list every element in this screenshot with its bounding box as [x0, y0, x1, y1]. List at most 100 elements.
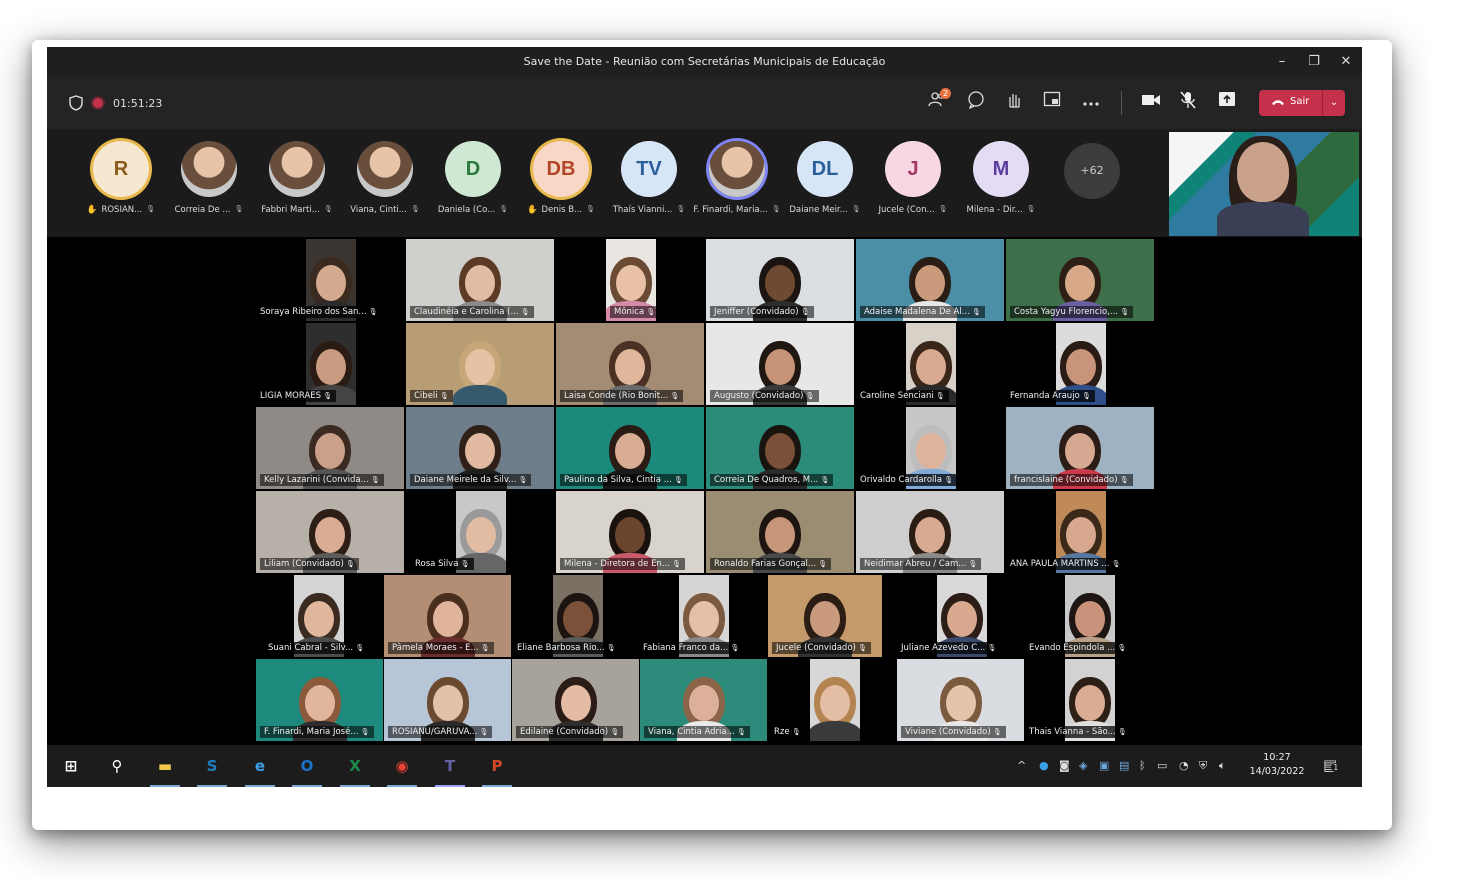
shield-icon[interactable] — [69, 95, 83, 111]
participant-video-tile[interactable]: Eliane Barbosa Rio... 🎙︎ — [513, 575, 620, 657]
face-shape — [616, 265, 646, 301]
security-icon[interactable]: ⛨ — [1199, 759, 1207, 773]
search-icon[interactable]: ⚲ — [105, 754, 129, 778]
maximize-button[interactable]: ❐ — [1299, 52, 1329, 72]
participant-video-tile[interactable]: Neidimar Abreu / Cam... 🎙︎ — [856, 491, 1004, 573]
participant-video-tile[interactable]: Ronaldo Farias Gonçal... 🎙︎ — [706, 491, 854, 573]
participant-name: Daiane Meirele da Silv... — [414, 475, 517, 485]
participant-video-tile[interactable]: Caroline Senciani 🎙︎ — [856, 323, 956, 405]
participant-name-label: LIGIA MORAES 🎙︎ — [256, 390, 337, 402]
battery-icon[interactable]: ▭ — [1157, 759, 1167, 772]
camera-button[interactable] — [1139, 91, 1163, 115]
participants-button[interactable]: 2 — [925, 88, 951, 115]
close-button[interactable]: ✕ — [1331, 52, 1361, 72]
windows-start-icon[interactable]: ⊞ — [59, 754, 83, 778]
strip-participant[interactable]: Fabbri Marti... 🎙︎ — [255, 141, 339, 215]
participant-video-tile[interactable]: ANA PAULA MARTINS ... 🎙︎ — [1006, 491, 1125, 573]
self-video-tile[interactable] — [1169, 132, 1359, 236]
participant-video-tile[interactable]: Cibeli 🎙︎ — [406, 323, 554, 405]
strip-participant[interactable]: D Daniela (Co... 🎙︎ — [431, 141, 515, 215]
onedrive-icon[interactable]: ● — [1039, 759, 1049, 772]
participant-video-tile[interactable]: Fabiana Franco da... 🎙︎ — [639, 575, 744, 657]
participant-video-tile[interactable]: LIGIA MORAES 🎙︎ — [256, 323, 356, 405]
excel-icon[interactable]: X — [343, 754, 367, 778]
strip-participant-name: Denis B... — [541, 205, 583, 215]
participant-video-tile[interactable]: Viana, Cintia Adria... 🎙︎ — [640, 659, 767, 741]
participant-video-tile[interactable]: Viviane (Convidado) 🎙︎ — [897, 659, 1024, 741]
participant-video-tile[interactable]: Suani Cabral - Silv... 🎙︎ — [264, 575, 369, 657]
participant-video-tile[interactable]: Fernanda Araujo 🎙︎ — [1006, 323, 1106, 405]
chat-button[interactable] — [964, 91, 988, 115]
participant-video-tile[interactable]: Laisa Conde (Rio Bonit... 🎙︎ — [556, 323, 704, 405]
strip-participant-name: Daniela (Co... — [437, 205, 496, 215]
participant-video-tile[interactable]: Thais Vianna - São... 🎙︎ — [1025, 659, 1131, 741]
participant-video-tile[interactable]: F. Finardi, Maria José... 🎙︎ — [256, 659, 383, 741]
teams-icon[interactable]: T — [438, 754, 462, 778]
chat-tray-icon[interactable]: ▤ — [1119, 759, 1129, 772]
outlook-icon[interactable]: O — [295, 754, 319, 778]
strip-participant[interactable]: F. Finardi, Maria... 🎙︎ — [693, 141, 781, 215]
participant-video-tile[interactable]: Costa Yagyu Florencio,... 🎙︎ — [1006, 239, 1154, 321]
participant-video-tile[interactable]: Pâmela Moraes - E... 🎙︎ — [384, 575, 511, 657]
tray-app-icon[interactable]: ◙ — [1059, 759, 1070, 772]
microphone-button[interactable] — [1176, 91, 1200, 115]
strip-participant[interactable]: TV Thaís Vianni... 🎙︎ — [607, 141, 691, 215]
strip-participant[interactable]: DL Daiane Meir... 🎙︎ — [783, 141, 867, 215]
strip-participant[interactable]: Viana, Cinti... 🎙︎ — [343, 141, 427, 215]
participant-video-tile[interactable]: Milena - Diretora de En... 🎙︎ — [556, 491, 704, 573]
volume-icon[interactable]: 🔈︎ — [1219, 759, 1226, 773]
participant-video-tile[interactable]: Rze 🎙︎ — [770, 659, 860, 741]
participant-video-tile[interactable]: Jucele (Convidado) 🎙︎ — [768, 575, 882, 657]
mic-muted-icon: 🎙︎ — [938, 205, 948, 213]
edge-icon[interactable]: e — [248, 754, 272, 778]
participant-video-tile[interactable]: Claudinéia e Carolina (... 🎙︎ — [406, 239, 554, 321]
strip-participant[interactable]: J Jucele (Con... 🎙︎ — [871, 141, 955, 215]
participant-video-tile[interactable]: Orivaldo Cardarolla 🎙︎ — [856, 407, 958, 489]
participant-video-tile[interactable]: Adaise Madalena De Al... 🎙︎ — [856, 239, 1004, 321]
participant-video-tile[interactable]: Paulino da Silva, Cintia ... 🎙︎ — [556, 407, 704, 489]
show-hidden-icons[interactable]: ^ — [1017, 759, 1026, 772]
strip-participant[interactable]: Correia De ... 🎙︎ — [167, 141, 251, 215]
strip-participant[interactable]: R ✋ ROSIAN... 🎙︎ — [79, 141, 163, 215]
participant-video-tile[interactable]: Correia De Quadros, M... 🎙︎ — [706, 407, 854, 489]
bluetooth-icon[interactable]: ᛒ — [1139, 759, 1146, 772]
participant-video-tile[interactable]: Edilaine (Convidado) 🎙︎ — [512, 659, 639, 741]
participant-video-tile[interactable]: francislaine (Convidado) 🎙︎ — [1006, 407, 1154, 489]
reactions-button[interactable] — [1002, 91, 1026, 115]
hang-up-icon — [1272, 99, 1284, 105]
participant-video-tile[interactable]: Daiane Meirele da Silv... 🎙︎ — [406, 407, 554, 489]
more-participants-button[interactable]: +62 — [1064, 143, 1120, 199]
tray-icon-2[interactable]: ▣ — [1099, 759, 1109, 772]
more-actions-button[interactable] — [1079, 91, 1103, 115]
system-clock[interactable]: 10:27 14/03/2022 — [1242, 751, 1312, 779]
rooms-button[interactable] — [1040, 91, 1064, 115]
participant-video-tile[interactable]: Rosa Silva 🎙︎ — [411, 491, 506, 573]
network-drive-icon[interactable]: ◈ — [1079, 759, 1087, 772]
minimize-button[interactable]: – — [1267, 52, 1297, 72]
participant-video-tile[interactable]: Liliam (Convidado) 🎙︎ — [256, 491, 404, 573]
strip-participant-name: Viana, Cinti... — [350, 205, 407, 215]
participant-video-tile[interactable]: ROSIANU/GARUVA... 🎙︎ — [384, 659, 511, 741]
leave-dropdown[interactable]: ⌄ — [1322, 90, 1345, 116]
share-button[interactable] — [1215, 91, 1239, 115]
participant-video-tile[interactable]: Soraya Ribeiro dos San... 🎙︎ — [256, 239, 382, 321]
participant-video-tile[interactable]: Mônica 🎙︎ — [606, 239, 660, 321]
participant-video-tile[interactable]: Evando Espindola ... 🎙︎ — [1025, 575, 1131, 657]
strip-participant[interactable]: M Milena - Dir... 🎙︎ — [959, 141, 1043, 215]
participant-video-tile[interactable]: Kelly Lazarini (Convida... 🎙︎ — [256, 407, 404, 489]
sway-icon[interactable]: S — [200, 754, 224, 778]
wifi-icon[interactable]: ◔ — [1179, 759, 1189, 772]
strip-participant-name-row: Thaís Vianni... 🎙︎ — [607, 205, 691, 215]
strip-participant[interactable]: DB ✋ Denis B... 🎙︎ — [519, 141, 603, 215]
participant-name-label: Rze 🎙︎ — [770, 726, 805, 738]
chrome-icon[interactable]: ◉ — [390, 754, 414, 778]
face-shape — [1065, 265, 1095, 301]
participant-video-tile[interactable]: Augusto (Convidado) 🎙︎ — [706, 323, 854, 405]
powerpoint-icon[interactable]: P — [485, 754, 509, 778]
participant-video-tile[interactable]: Jeniffer (Convidado) 🎙︎ — [706, 239, 854, 321]
notifications-button[interactable]: ▤1 — [1323, 756, 1341, 774]
participant-video-tile[interactable]: Juliane Azevedo C... 🎙︎ — [897, 575, 1001, 657]
file-explorer-icon[interactable]: ▬ — [153, 754, 177, 778]
mic-muted-icon: 🎙︎ — [966, 560, 978, 568]
leave-button[interactable]: Sair ⌄ — [1259, 90, 1345, 116]
